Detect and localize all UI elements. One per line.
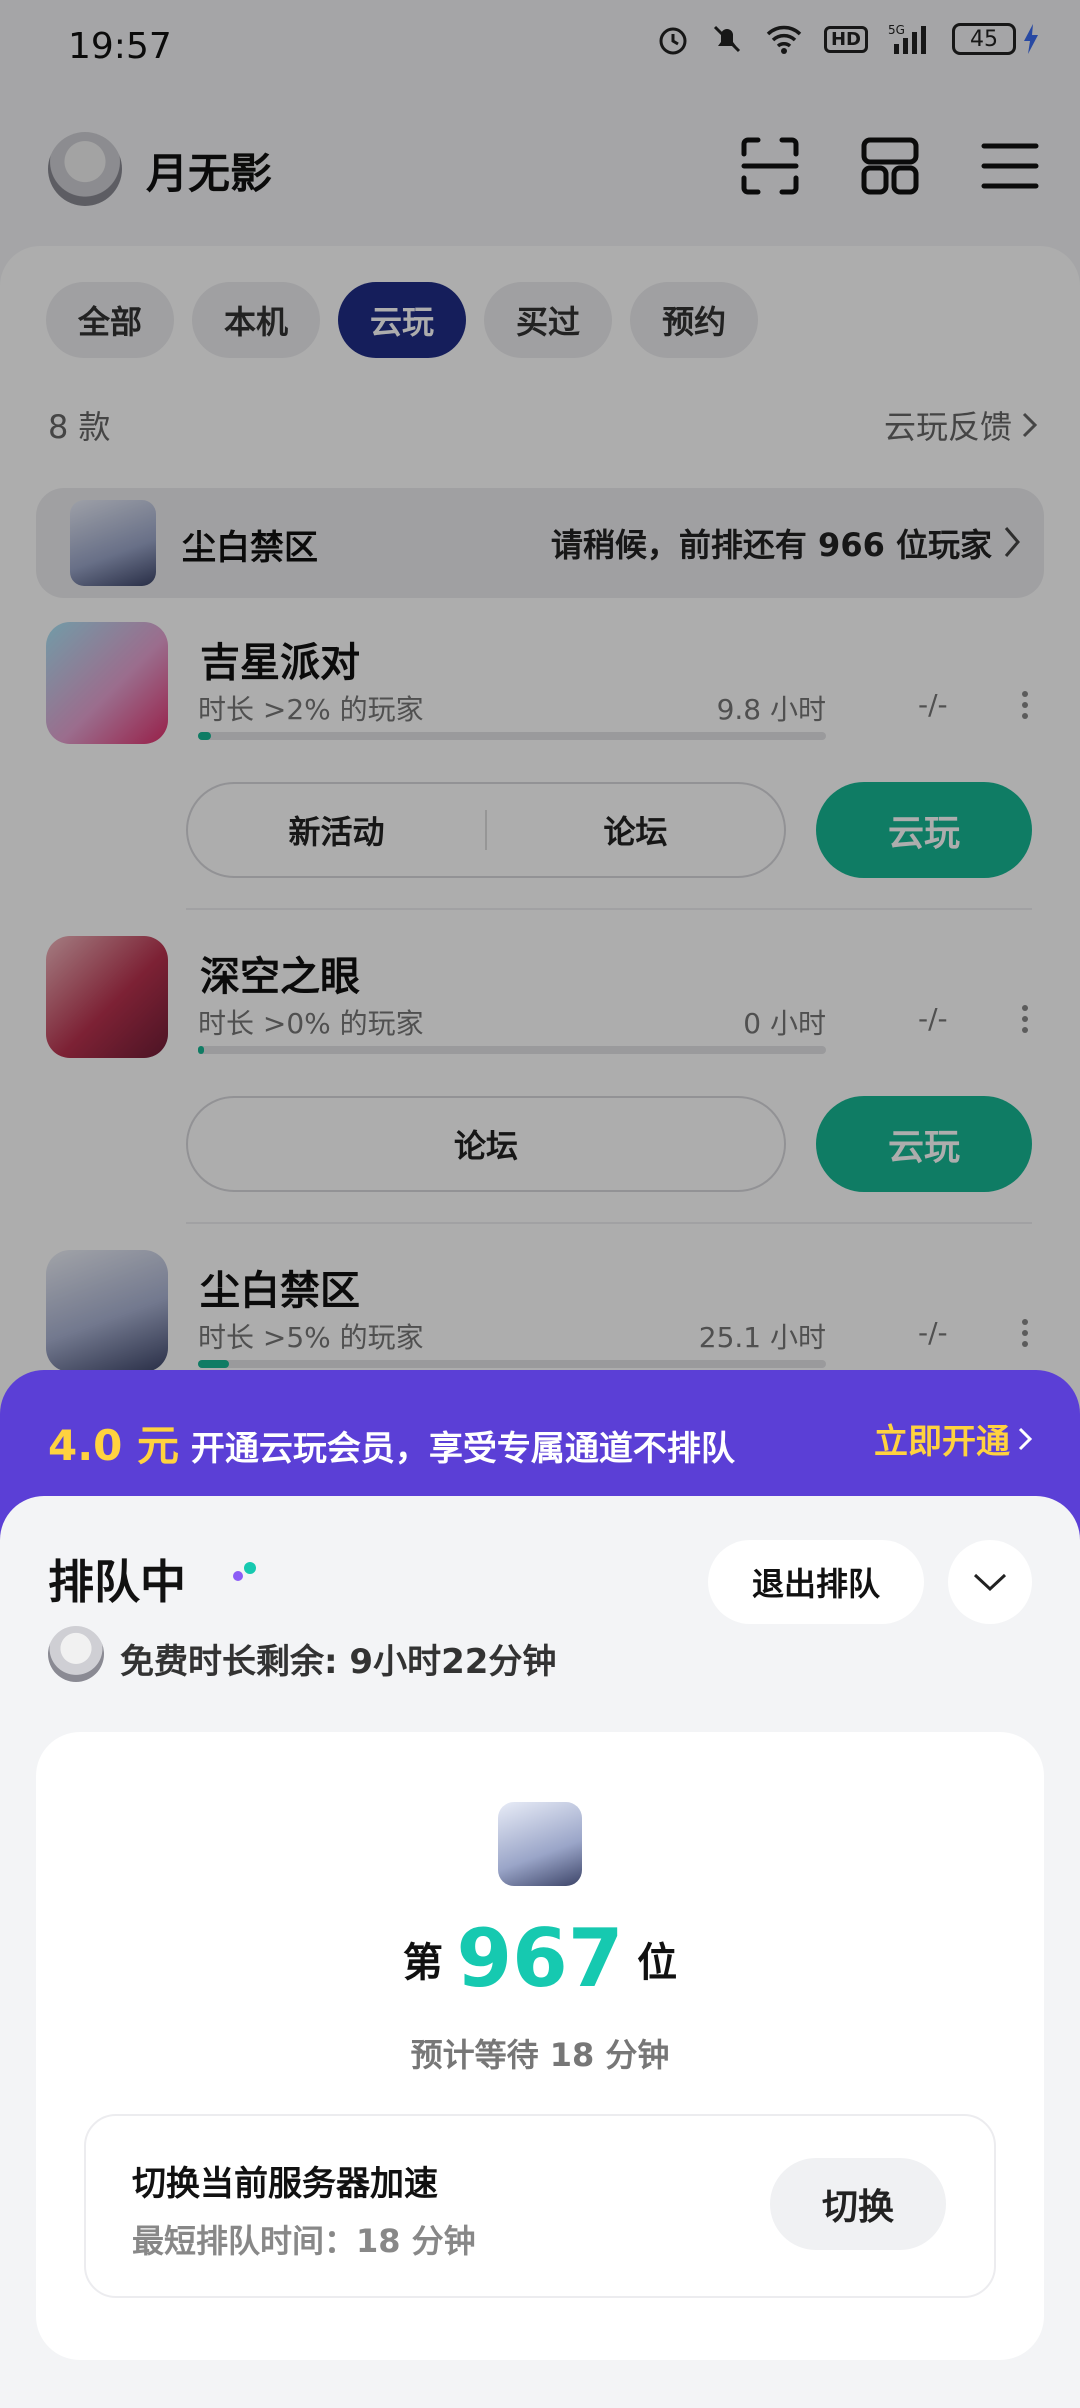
estimated-wait: 预计等待 18 分钟	[410, 2036, 670, 2074]
game-icon-chenbai	[498, 1802, 582, 1886]
server-title: 切换当前服务器加速	[132, 2164, 438, 2204]
rank-number: 967	[456, 1912, 624, 2005]
queue-card: 第 967 位 预计等待 18 分钟 切换当前服务器加速 最短排队时间：18 分…	[36, 1732, 1044, 2360]
promo-description: 开通云玩会员，享受专属通道不排队	[190, 1429, 735, 1469]
avatar	[48, 1626, 104, 1682]
rank-suffix: 位	[637, 1940, 678, 1986]
rank-prefix: 第	[402, 1940, 443, 1986]
exit-queue-button[interactable]: 退出排队	[708, 1540, 924, 1624]
queue-position: 第 967 位	[36, 1912, 1044, 2005]
promo-price: 4.0 元	[48, 1421, 180, 1470]
switch-server-button[interactable]: 切换	[770, 2158, 946, 2250]
promo-text: 4.0 元 开通云玩会员，享受专属通道不排队	[48, 1412, 735, 1473]
sheet-title: 排队中	[48, 1555, 186, 1609]
chevron-down-icon	[973, 1573, 1007, 1592]
server-subtitle: 最短排队时间：18 分钟	[132, 2222, 476, 2260]
server-switch-box: 切换当前服务器加速 最短排队时间：18 分钟 切换	[84, 2114, 996, 2298]
free-time-remaining: 免费时长剩余: 9小时22分钟	[120, 1642, 557, 1682]
loading-dots-icon	[233, 1562, 256, 1581]
open-vip-label: 立即开通	[874, 1422, 1010, 1462]
open-vip-link[interactable]: 立即开通	[874, 1414, 1034, 1463]
chevron-right-icon	[1018, 1427, 1033, 1450]
collapse-button[interactable]	[948, 1540, 1032, 1624]
queue-sheet: 排队中 免费时长剩余: 9小时22分钟 退出排队 第 967 位 预计等待 18…	[0, 1496, 1080, 2408]
